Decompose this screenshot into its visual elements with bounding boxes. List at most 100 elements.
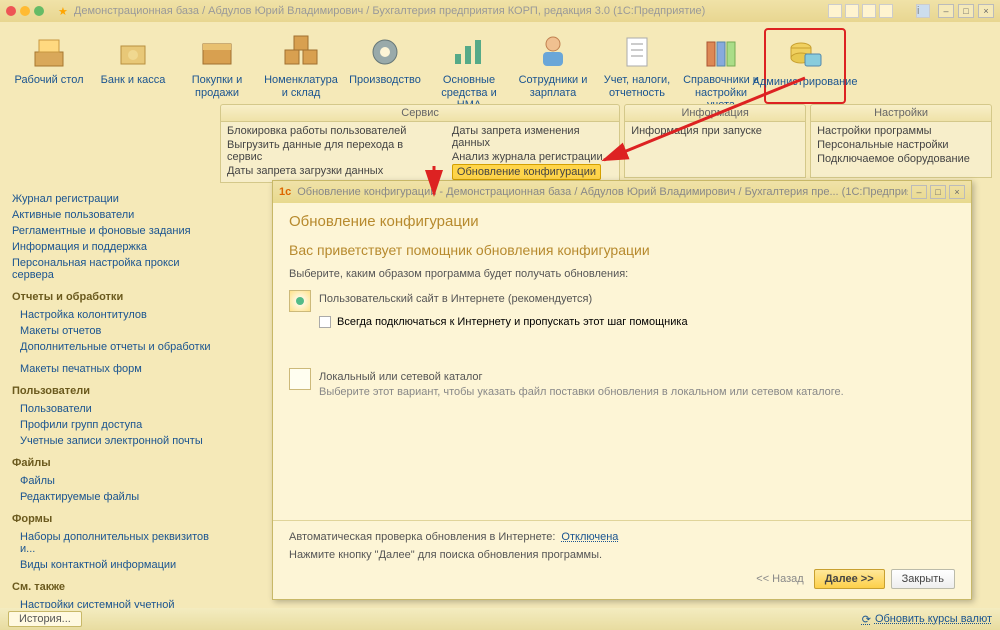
- svc-load-dates[interactable]: Даты запрета загрузки данных: [227, 164, 432, 178]
- set-equip[interactable]: Подключаемое оборудование: [817, 152, 985, 166]
- sb-headers[interactable]: Настройка колонтитулов: [8, 307, 212, 323]
- svc-export[interactable]: Выгрузить данные для перехода в сервис: [227, 138, 432, 164]
- dialog-footer: Автоматическая проверка обновления в Инт…: [273, 520, 971, 599]
- dot-green: [34, 6, 44, 16]
- tool-nomenclature[interactable]: Номенклатура и склад: [260, 28, 342, 104]
- sb-proxy[interactable]: Персональная настройка прокси сервера: [8, 255, 212, 283]
- minimize-button[interactable]: –: [938, 4, 954, 18]
- toolbar-icon-2[interactable]: [845, 4, 859, 18]
- toolbar-icon-1[interactable]: [828, 4, 842, 18]
- sb-extra-reports[interactable]: Дополнительные отчеты и обработки: [8, 339, 212, 355]
- dialog-close[interactable]: ×: [949, 185, 965, 199]
- toolbar-icon-3[interactable]: [862, 4, 876, 18]
- tool-tax[interactable]: Учет, налоги, отчетность: [596, 28, 678, 104]
- dialog-title-text: Обновление конфигурации - Демонстрационн…: [297, 186, 908, 198]
- sb-email-accounts[interactable]: Учетные записи электронной почты: [8, 433, 212, 449]
- update-rates-label: Обновить курсы валют: [875, 613, 992, 625]
- sb-scheduled[interactable]: Регламентные и фоновые задания: [8, 223, 212, 239]
- subcol-info-title: Информация: [624, 104, 806, 122]
- titlebar: ★ Демонстрационная база / Абдулов Юрий В…: [0, 0, 1000, 22]
- tool-desktop[interactable]: Рабочий стол: [8, 28, 90, 104]
- person-icon: [533, 32, 573, 72]
- subcol-settings-title: Настройки: [810, 104, 992, 122]
- bank-icon: [113, 32, 153, 72]
- update-dialog: 1c Обновление конфигурации - Демонстраци…: [272, 180, 972, 600]
- app-title: Демонстрационная база / Абдулов Юрий Вла…: [74, 5, 825, 17]
- tool-purchases-label: Покупки и продажи: [176, 74, 258, 99]
- sb-info-support[interactable]: Информация и поддержка: [8, 239, 212, 255]
- books-icon: [701, 32, 741, 72]
- admin-icon: [785, 34, 825, 74]
- dialog-subheading: Вас приветствует помощник обновления кон…: [289, 242, 955, 258]
- dialog-heading: Обновление конфигурации: [289, 213, 955, 230]
- dialog-footer-hint: Нажмите кнопку "Далее" для поиска обновл…: [289, 549, 955, 561]
- sb-g3-title: Пользователи: [12, 385, 212, 397]
- dialog-prompt: Выберите, каким образом программа будет …: [289, 268, 955, 280]
- sb-print-layouts[interactable]: Макеты печатных форм: [8, 361, 212, 377]
- refresh-icon: ⟳: [862, 613, 871, 626]
- checkbox-always-connect[interactable]: Всегда подключаться к Интернету и пропус…: [319, 316, 955, 328]
- sb-extra-attrs[interactable]: Наборы дополнительных реквизитов и...: [8, 529, 212, 557]
- radio-selected-icon[interactable]: [289, 290, 311, 312]
- tool-bank-label: Банк и касса: [99, 74, 168, 87]
- tool-bank[interactable]: Банк и касса: [92, 28, 174, 104]
- chart-icon: [449, 32, 489, 72]
- checkbox-icon[interactable]: [319, 316, 331, 328]
- dialog-maximize[interactable]: □: [930, 185, 946, 199]
- set-prog[interactable]: Настройки программы: [817, 124, 985, 138]
- main-toolbar: Рабочий стол Банк и касса Покупки и прод…: [0, 22, 1000, 104]
- radio-unselected-icon[interactable]: [289, 368, 311, 390]
- dot-red: [6, 6, 16, 16]
- sb-access-profiles[interactable]: Профили групп доступа: [8, 417, 212, 433]
- maximize-button[interactable]: □: [958, 4, 974, 18]
- next-button[interactable]: Далее >>: [814, 569, 885, 589]
- option-local[interactable]: Локальный или сетевой каталог Выберите э…: [289, 368, 955, 398]
- tool-purchases[interactable]: Покупки и продажи: [176, 28, 258, 104]
- svc-log-analysis[interactable]: Анализ журнала регистрации: [452, 150, 613, 164]
- subcol-service-title: Сервис: [220, 104, 620, 122]
- history-button[interactable]: История...: [8, 611, 82, 627]
- toolbar-icon-4[interactable]: [879, 4, 893, 18]
- tool-production[interactable]: Производство: [344, 28, 426, 104]
- sb-journal[interactable]: Журнал регистрации: [8, 191, 212, 207]
- auto-check-link[interactable]: Отключена: [561, 531, 618, 543]
- sb-g4-title: Файлы: [12, 457, 212, 469]
- update-rates-link[interactable]: ⟳ Обновить курсы валют: [862, 613, 992, 626]
- sb-active-users[interactable]: Активные пользователи: [8, 207, 212, 223]
- tool-desktop-label: Рабочий стол: [12, 74, 85, 87]
- tool-admin[interactable]: Администрирование: [764, 28, 846, 104]
- sb-contact-types[interactable]: Виды контактной информации: [8, 557, 212, 573]
- svc-change-dates[interactable]: Даты запрета изменения данных: [452, 124, 613, 150]
- close-dialog-button[interactable]: Закрыть: [891, 569, 955, 589]
- boxes-icon: [281, 32, 321, 72]
- subcol-service: Сервис Блокировка работы пользователей В…: [220, 104, 620, 183]
- auto-check-label: Автоматическая проверка обновления в Инт…: [289, 531, 555, 543]
- sb-report-layouts[interactable]: Макеты отчетов: [8, 323, 212, 339]
- sidebar: Журнал регистрации Активные пользователи…: [8, 191, 216, 625]
- sb-g6-title: См. также: [12, 581, 212, 593]
- sb-files[interactable]: Файлы: [8, 473, 212, 489]
- info-startup[interactable]: Информация при запуске: [631, 124, 799, 138]
- svc-update-config[interactable]: Обновление конфигурации: [452, 164, 601, 180]
- help-icon[interactable]: i: [916, 4, 930, 18]
- tool-production-label: Производство: [347, 74, 423, 87]
- close-button[interactable]: ×: [978, 4, 994, 18]
- tool-admin-label: Администрирование: [751, 76, 860, 89]
- tool-ref[interactable]: Справочники и настройки учета: [680, 28, 762, 104]
- option-local-sub: Выберите этот вариант, чтобы указать фай…: [319, 383, 844, 398]
- star-icon[interactable]: ★: [58, 5, 68, 18]
- status-bar: История... ⟳ Обновить курсы валют: [0, 608, 1000, 630]
- back-button[interactable]: << Назад: [756, 573, 803, 585]
- dialog-minimize[interactable]: –: [911, 185, 927, 199]
- tool-staff[interactable]: Сотрудники и зарплата: [512, 28, 594, 104]
- svc-block-users[interactable]: Блокировка работы пользователей: [227, 124, 432, 138]
- app-logo-icon: 1c: [279, 186, 291, 198]
- gear-icon: [365, 32, 405, 72]
- set-personal[interactable]: Персональные настройки: [817, 138, 985, 152]
- checkbox-label: Всегда подключаться к Интернету и пропус…: [337, 316, 688, 328]
- sb-edit-files[interactable]: Редактируемые файлы: [8, 489, 212, 505]
- sb-users[interactable]: Пользователи: [8, 401, 212, 417]
- sub-header: Сервис Блокировка работы пользователей В…: [8, 104, 992, 183]
- tool-assets[interactable]: Основные средства и НМА: [428, 28, 510, 104]
- option-internet[interactable]: Пользовательский сайт в Интернете (реком…: [289, 290, 955, 312]
